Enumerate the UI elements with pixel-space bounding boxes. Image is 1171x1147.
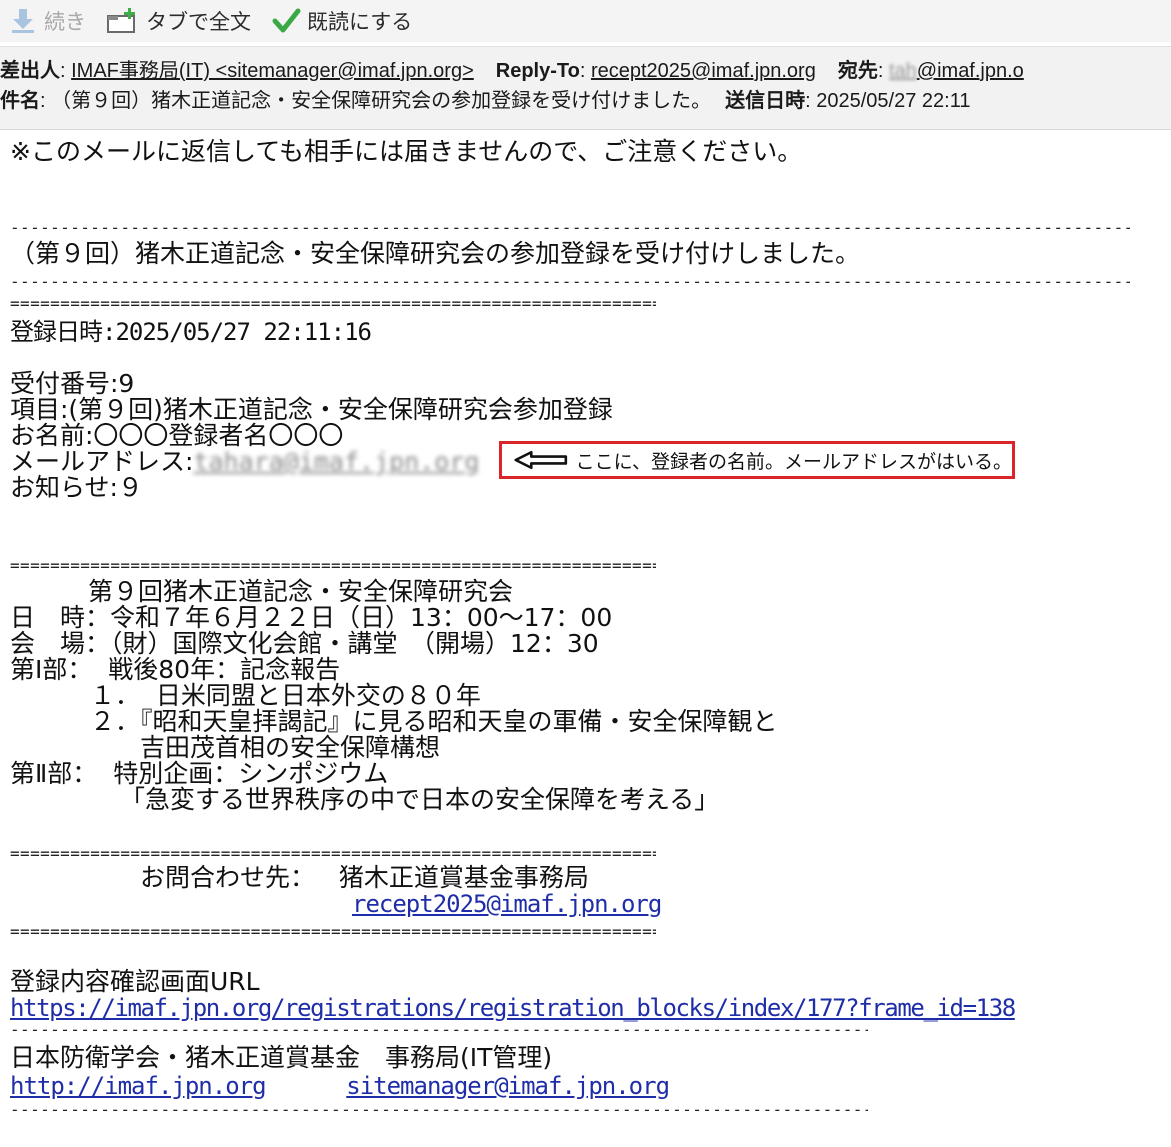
program-part1-item2-cont: 吉田茂首相の安全保障構想	[140, 733, 441, 762]
notice-text: ※このメールに返信しても相手には届きませんので、ご注意ください。	[10, 137, 803, 166]
footer-org: 日本防衛学会・猪木正道賞基金 事務局(IT管理)	[10, 1043, 553, 1072]
confirm-url-link[interactable]: https://imaf.jpn.org/registrations/regis…	[10, 994, 1016, 1022]
notice-number: お知らせ:９	[10, 473, 143, 502]
message-body: ※このメールに返信しても相手には届きませんので、ご注意ください。 -------…	[0, 130, 1171, 1147]
registrant-name: お名前:〇〇〇登録者名〇〇〇	[10, 421, 344, 450]
contact-email-link[interactable]: recept2025@imaf.jpn.org	[352, 890, 662, 918]
date-value: 2025/05/27 22:11	[816, 90, 971, 112]
divider-dash: ----------------------------------------…	[10, 220, 1130, 236]
header-row-2: 件名: （第９回）猪木正道記念・安全保障研究会の参加登録を受け付けました。 送信日…	[0, 90, 971, 112]
email-label: メールアドレス:	[10, 447, 194, 476]
registration-datetime: 登録日時:2025/05/27 22:11:16	[10, 318, 372, 346]
footer-email-link[interactable]: sitemanager@imaf.jpn.org	[346, 1072, 670, 1100]
divider-dash: ----------------------------------------…	[10, 1022, 868, 1038]
from-link[interactable]: IMAF事務局(IT) <sitemanager@imaf.jpn.org>	[71, 60, 474, 82]
reply-to-label: Reply-To	[495, 60, 580, 82]
to-label: 宛先	[837, 60, 878, 82]
download-arrow-icon	[12, 9, 34, 33]
checkmark-icon	[272, 8, 301, 33]
from-label: 差出人	[0, 60, 60, 82]
message-header: 差出人: IMAF事務局(IT) <sitemanager@imaf.jpn.o…	[0, 46, 1171, 130]
annotation-box: ここに、登録者の名前。メールアドレスがはいる。	[499, 441, 1015, 479]
registrant-email-line: メールアドレス:tahara@imaf.jpn.org	[10, 448, 479, 476]
footer-site-link[interactable]: http://imaf.jpn.org	[10, 1072, 267, 1100]
event-datetime: 日 時：令和７年６月２２日（日）13：00～17：00	[10, 603, 613, 632]
divider-equals: ========================================…	[10, 558, 656, 574]
open-in-tab-label: タブで全文	[146, 10, 251, 34]
receipt-number: 受付番号:9	[10, 369, 135, 398]
toolbar: 続き タブで全文 既読にする	[0, 0, 1171, 42]
divider-equals: ========================================…	[10, 924, 656, 940]
subject-value: （第９回）猪木正道記念・安全保障研究会の参加登録を受け付けました。	[51, 90, 712, 112]
footer-links: http://imaf.jpn.org sitemanager@imaf.jpn…	[10, 1072, 670, 1100]
open-in-tab-button[interactable]: タブで全文	[106, 3, 251, 39]
program-part2-title: 「急変する世界秩序の中で日本の安全保障を考える」	[120, 785, 720, 814]
email-redacted[interactable]: tahara@imaf.jpn.org	[193, 448, 479, 476]
program-part1-item1: １． 日米同盟と日本外交の８０年	[90, 681, 481, 710]
continue-button[interactable]: 続き	[8, 3, 86, 39]
left-arrow-icon	[514, 450, 568, 470]
divider-dash: ----------------------------------------…	[10, 274, 1130, 290]
program-part1-item2: ２．『昭和天皇拝謁記』に見る昭和天皇の軍備・安全保障観と	[90, 707, 778, 736]
subject-label: 件名	[0, 90, 40, 112]
banner-text: （第９回）猪木正道記念・安全保障研究会の参加登録を受け付けしました。	[10, 239, 861, 268]
divider-dash: ----------------------------------------…	[10, 1102, 868, 1118]
to-link[interactable]: @imaf.jpn.o	[917, 60, 1024, 82]
header-row-1: 差出人: IMAF事務局(IT) <sitemanager@imaf.jpn.o…	[0, 60, 1024, 82]
mark-read-button[interactable]: 既読にする	[271, 3, 412, 39]
date-label: 送信日時	[725, 90, 806, 112]
divider-equals: ========================================…	[10, 846, 656, 862]
to-redacted: tah	[888, 60, 917, 82]
continue-label: 続き	[44, 10, 86, 34]
event-title: 第９回猪木正道記念・安全保障研究会	[88, 577, 514, 606]
confirm-url-label: 登録内容確認画面URL	[10, 967, 260, 996]
contact-email-line: recept2025@imaf.jpn.org	[352, 890, 662, 918]
program-part1: 第Ⅰ部： 戦後80年：記念報告	[10, 655, 341, 684]
mark-read-label: 既読にする	[307, 10, 413, 34]
divider-equals: ========================================…	[10, 296, 656, 312]
event-venue: 会 場：（財）国際文化会館・講堂 （開場）12：30	[10, 629, 599, 658]
new-tab-icon	[107, 8, 135, 33]
registration-item: 項目:(第９回)猪木正道記念・安全保障研究会参加登録	[10, 395, 613, 424]
contact-label: お問合わせ先： 猪木正道賞基金事務局	[140, 863, 589, 892]
program-part2: 第Ⅱ部： 特別企画：シンポジウム	[10, 759, 389, 788]
reply-to-link[interactable]: recept2025@imaf.jpn.org	[591, 60, 816, 82]
annotation-text: ここに、登録者の名前。メールアドレスがはいる。	[575, 451, 1012, 473]
confirm-url-line: https://imaf.jpn.org/registrations/regis…	[10, 994, 1016, 1022]
